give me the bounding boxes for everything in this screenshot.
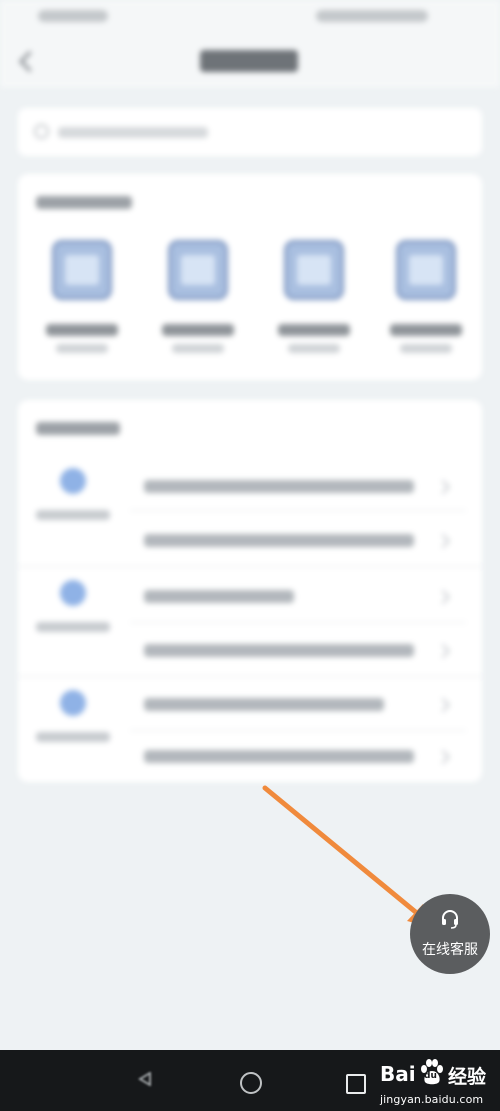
arrow-shaft xyxy=(262,785,421,917)
logo-bai-text: Bai xyxy=(380,1062,416,1086)
nav-recent-apps-icon[interactable] xyxy=(346,1074,366,1094)
online-customer-service-button[interactable]: 在线客服 xyxy=(410,894,490,974)
customer-service-label: 在线客服 xyxy=(422,942,478,958)
nav-home-icon[interactable] xyxy=(240,1072,262,1094)
system-nav-bar: Bai du 经验 jingyan.baidu.com xyxy=(0,1050,500,1111)
logo-du-text: du xyxy=(424,1071,437,1081)
nav-back-icon[interactable] xyxy=(138,1072,152,1086)
logo-jingyan-text: 经验 xyxy=(448,1066,487,1088)
headset-icon xyxy=(442,910,458,929)
watermark-url: jingyan.baidu.com xyxy=(380,1093,484,1106)
baidu-jingyan-logo: Bai du 经验 xyxy=(380,1058,495,1088)
